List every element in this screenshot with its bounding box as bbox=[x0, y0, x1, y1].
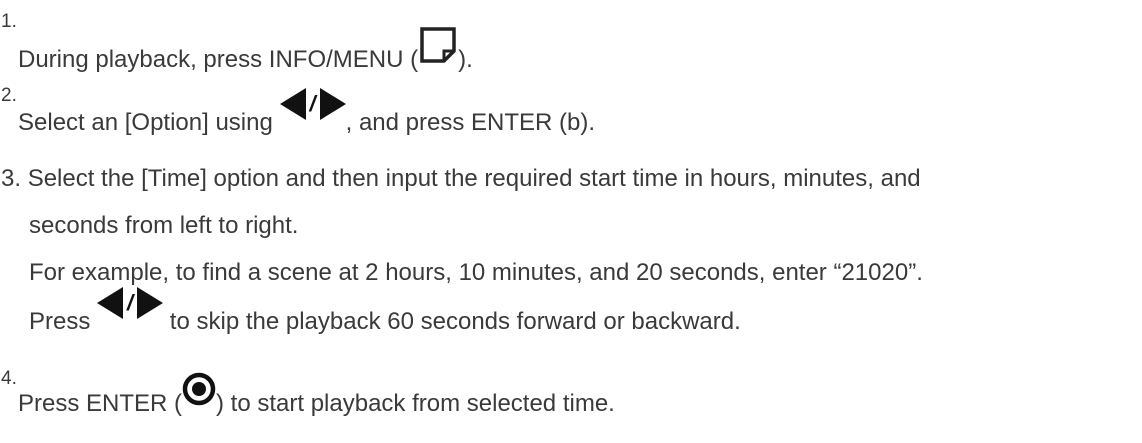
slash-separator: / bbox=[127, 290, 134, 315]
left-arrow-icon bbox=[97, 287, 124, 319]
right-arrow-icon bbox=[137, 287, 164, 319]
step-4-text-post: ) to start playback from selected time. bbox=[216, 390, 615, 418]
step-3-line-3: For example, to find a scene at 2 hours,… bbox=[29, 259, 923, 286]
step-3-post: to skip the playback 60 seconds forward … bbox=[163, 308, 741, 336]
step-4-number: 4. bbox=[1, 368, 17, 389]
step-3-text-1: Select the [Time] option and then input … bbox=[27, 165, 921, 192]
left-arrow-icon bbox=[279, 88, 306, 120]
step-2-number: 2. bbox=[1, 85, 17, 106]
step-4-text-pre: Press ENTER ( bbox=[18, 390, 183, 418]
instructions: 1. During playback, press INFO/MENU ( ).… bbox=[0, 0, 1142, 443]
step-3-line-2: seconds from left to right. bbox=[29, 212, 299, 239]
step-1-text-pre: During playback, press INFO/MENU ( bbox=[18, 46, 419, 74]
step-3-line-4: Press / to skip the playback 60 seconds … bbox=[29, 287, 741, 334]
enter-circle-icon bbox=[182, 372, 216, 406]
right-arrow-icon bbox=[319, 88, 346, 120]
info-menu-icon bbox=[420, 27, 456, 63]
step-4: Press ENTER ( ) to start playback from s… bbox=[18, 372, 615, 416]
step-2-text-post: , and press ENTER (b). bbox=[345, 109, 596, 137]
step-1-text-post: ). bbox=[458, 46, 473, 74]
step-3-number: 3. bbox=[1, 165, 22, 192]
step-2-text-pre: Select an [Option] using bbox=[18, 109, 280, 137]
slash-separator: / bbox=[309, 91, 316, 116]
step-1: During playback, press INFO/MENU ( ). bbox=[18, 27, 473, 72]
step-1-number: 1. bbox=[1, 11, 17, 32]
step-3-line-1: 3. Select the [Time] option and then inp… bbox=[1, 167, 921, 191]
step-2: Select an [Option] using / , and press EN… bbox=[18, 88, 595, 135]
step-3-press: Press bbox=[29, 308, 98, 336]
